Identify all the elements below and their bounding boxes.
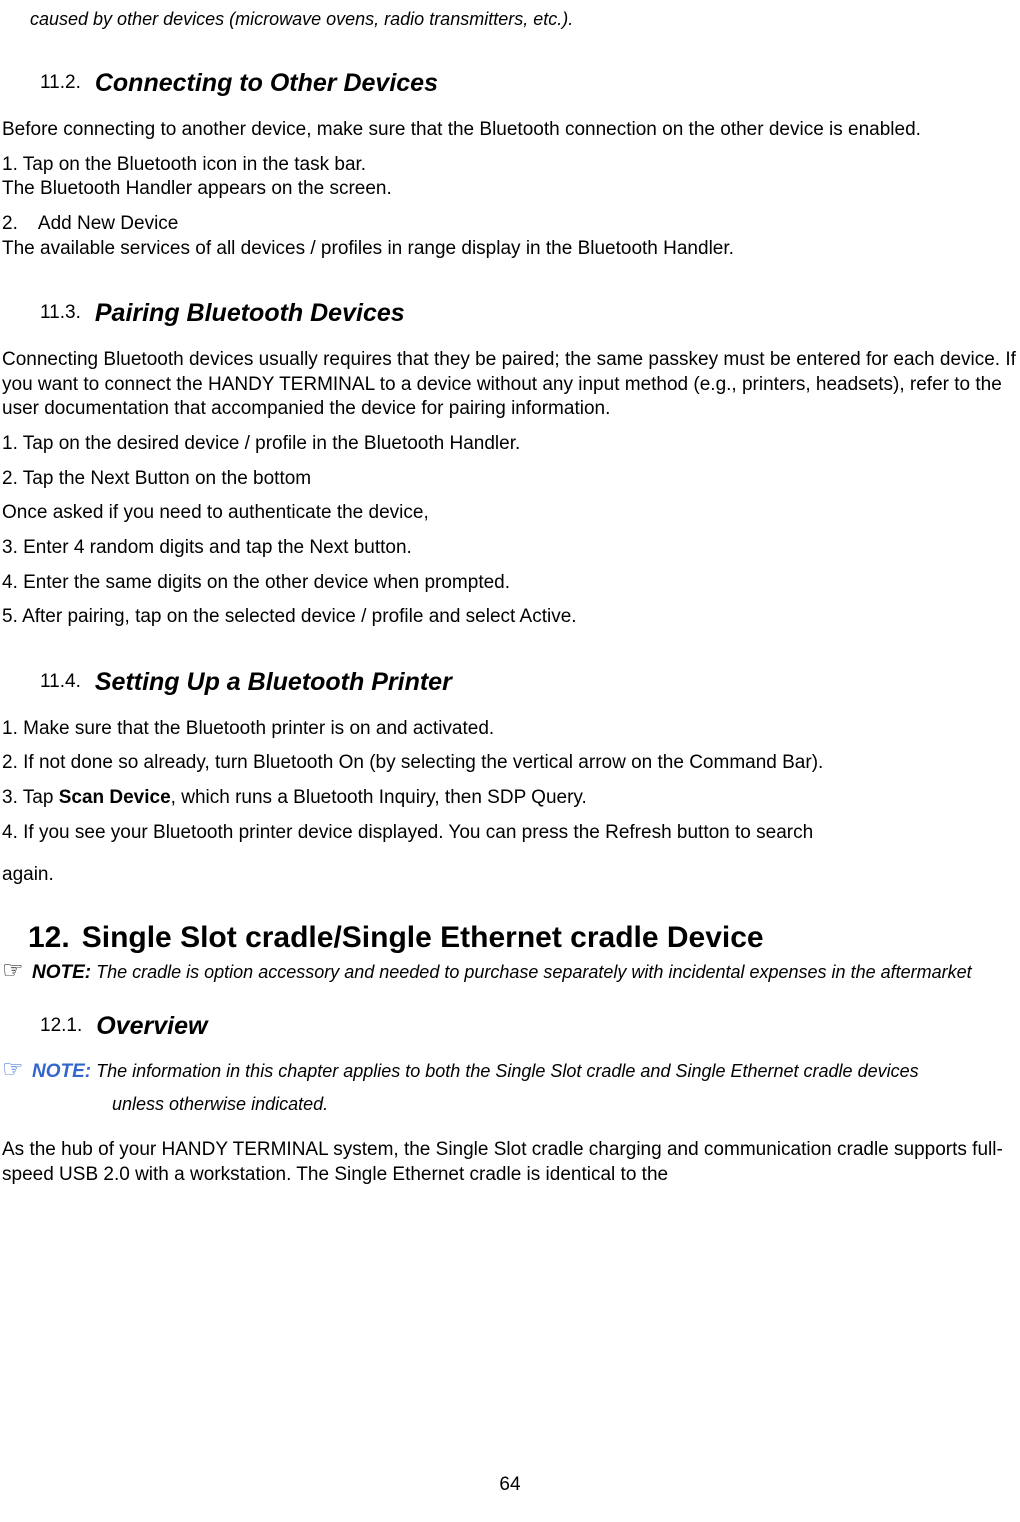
- paragraph: 2. If not done so already, turn Bluetoot…: [2, 751, 1020, 776]
- paragraph: 1. Tap on the Bluetooth icon in the task…: [2, 153, 1020, 202]
- heading-title: Single Slot cradle/Single Ethernet cradl…: [82, 918, 764, 957]
- heading-number: 11.4.: [40, 666, 81, 699]
- page-number: 64: [0, 1473, 1020, 1498]
- line: The available services of all devices / …: [2, 238, 734, 259]
- note-label: NOTE:: [32, 962, 91, 983]
- heading-number: 11.3.: [40, 297, 81, 330]
- text-fragment: 3. Tap: [2, 787, 59, 808]
- heading-title: Setting Up a Bluetooth Printer: [95, 666, 452, 699]
- heading-title: Pairing Bluetooth Devices: [95, 297, 405, 330]
- heading-12: 12. Single Slot cradle/Single Ethernet c…: [0, 918, 1020, 957]
- heading-number: 12.1.: [40, 1010, 82, 1043]
- heading-title: Overview: [96, 1010, 207, 1043]
- heading-11-4: 11.4. Setting Up a Bluetooth Printer: [0, 666, 1020, 699]
- scan-device-label: Scan Device: [59, 787, 171, 808]
- top-note-fragment: caused by other devices (microwave ovens…: [30, 9, 573, 29]
- text-fragment: , which runs a Bluetooth Inquiry, then S…: [171, 787, 587, 808]
- note-text: The information in this chapter applies …: [91, 1061, 919, 1081]
- heading-11-2: 11.2. Connecting to Other Devices: [0, 67, 1020, 100]
- paragraph: 4. Enter the same digits on the other de…: [2, 571, 1020, 596]
- heading-12-1: 12.1. Overview: [0, 1010, 1020, 1043]
- paragraph: Once asked if you need to authenticate t…: [2, 501, 1020, 526]
- line: 2. Add New Device: [2, 213, 178, 234]
- paragraph: 4. If you see your Bluetooth printer dev…: [2, 821, 1020, 846]
- note-text-line2: unless otherwise indicated.: [2, 1093, 1020, 1116]
- paragraph: 3. Tap Scan Device, which runs a Bluetoo…: [2, 786, 1020, 811]
- paragraph: 5. After pairing, tap on the selected de…: [2, 605, 1020, 630]
- note-line: NOTE: The cradle is option accessory and…: [0, 961, 1020, 986]
- paragraph: 2. Tap the Next Button on the bottom: [2, 467, 1020, 492]
- pointing-hand-icon: [2, 963, 32, 981]
- paragraph: 3. Enter 4 random digits and tap the Nex…: [2, 536, 1020, 561]
- heading-number: 12.: [28, 918, 70, 957]
- heading-title: Connecting to Other Devices: [95, 67, 438, 100]
- note-text: The cradle is option accessory and neede…: [91, 962, 972, 982]
- heading-number: 11.2.: [40, 67, 81, 100]
- paragraph: Connecting Bluetooth devices usually req…: [2, 348, 1020, 422]
- paragraph: 2. Add New Device The available services…: [2, 212, 1020, 261]
- paragraph: 1. Make sure that the Bluetooth printer …: [2, 717, 1020, 742]
- note-line: NOTE: The information in this chapter ap…: [0, 1060, 1020, 1116]
- line: The Bluetooth Handler appears on the scr…: [2, 178, 392, 199]
- paragraph: As the hub of your HANDY TERMINAL system…: [2, 1138, 1020, 1187]
- paragraph: Before connecting to another device, mak…: [2, 118, 1020, 143]
- heading-11-3: 11.3. Pairing Bluetooth Devices: [0, 297, 1020, 330]
- line: 1. Tap on the Bluetooth icon in the task…: [2, 154, 366, 175]
- paragraph: again.: [2, 863, 1020, 888]
- paragraph: 1. Tap on the desired device / profile i…: [2, 432, 1020, 457]
- pointing-hand-icon: [2, 1062, 32, 1080]
- note-label: NOTE:: [32, 1061, 91, 1082]
